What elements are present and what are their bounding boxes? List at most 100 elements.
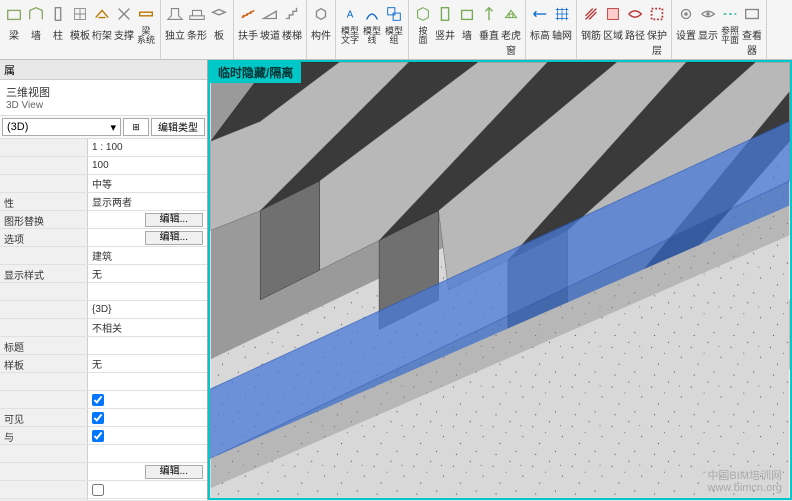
modelgroup-icon[interactable] [384, 2, 404, 26]
property-checkbox[interactable] [92, 430, 104, 442]
property-row [0, 481, 207, 499]
property-label [0, 139, 88, 156]
ribbon-group: 钢筋区域路径保护层 [577, 0, 672, 59]
shaft-icon[interactable] [435, 2, 455, 26]
beam-icon[interactable] [136, 2, 156, 26]
property-label: 显示样式 [0, 265, 88, 282]
ribbon-label: 坡道 [260, 27, 280, 42]
property-value[interactable] [88, 373, 207, 390]
modelline-icon[interactable] [362, 2, 382, 26]
area-icon[interactable] [603, 2, 623, 26]
property-row [0, 373, 207, 391]
svg-text:A: A [347, 10, 354, 21]
wall-icon[interactable] [4, 2, 24, 26]
level-icon[interactable] [530, 2, 550, 26]
property-value[interactable]: 编辑... [88, 463, 207, 480]
ribbon-group: 梁墙柱模板桁架支撑梁系统 [0, 0, 161, 59]
edit-button[interactable]: 编辑... [145, 465, 203, 479]
ribbon-label: 竖井 [435, 27, 455, 57]
handrail-icon[interactable] [238, 2, 258, 26]
grid-icon[interactable] [552, 2, 572, 26]
property-value[interactable]: 无 [88, 355, 207, 372]
frame-icon[interactable] [92, 2, 112, 26]
ribbon-label: 楼梯 [282, 27, 302, 42]
property-value[interactable]: 显示两者 [88, 193, 207, 210]
ribbon-label: 扶手 [238, 27, 258, 42]
ribbon-label: 条形 [187, 27, 207, 42]
modeltext-icon[interactable]: A [340, 2, 360, 26]
indep-icon[interactable] [165, 2, 185, 26]
ribbon-label: 构件 [311, 27, 331, 42]
property-value[interactable] [88, 409, 207, 426]
property-value[interactable] [88, 427, 207, 444]
property-value[interactable] [88, 481, 207, 498]
property-value[interactable]: 编辑... [88, 211, 207, 228]
property-label [0, 391, 88, 408]
property-row: 可见 [0, 409, 207, 427]
ramp-icon[interactable] [260, 2, 280, 26]
edit-button[interactable]: 编辑... [145, 213, 203, 227]
property-checkbox[interactable] [92, 484, 104, 496]
property-label: 选项 [0, 229, 88, 246]
dormer-icon[interactable] [501, 2, 521, 26]
property-label [0, 247, 88, 264]
property-row: 图形替换编辑... [0, 211, 207, 229]
viewer-icon[interactable] [742, 2, 762, 26]
rebar-icon[interactable] [581, 2, 601, 26]
property-value[interactable] [88, 391, 207, 408]
property-checkbox[interactable] [92, 412, 104, 424]
ribbon-label: 独立 [165, 27, 185, 42]
stair-icon[interactable] [282, 2, 302, 26]
property-value[interactable]: 编辑... [88, 229, 207, 246]
property-value[interactable]: {3D} [88, 301, 207, 318]
set-icon[interactable] [676, 2, 696, 26]
property-value[interactable] [88, 445, 207, 462]
property-checkbox[interactable] [92, 394, 104, 406]
ribbon-group: 构件 [307, 0, 336, 59]
property-value[interactable]: 中等 [88, 175, 207, 192]
property-label [0, 481, 88, 498]
view-subtitle: 3D View [6, 100, 201, 111]
property-label [0, 157, 88, 174]
property-row: 中等 [0, 175, 207, 193]
slab-icon[interactable] [209, 2, 229, 26]
cover-icon[interactable] [647, 2, 667, 26]
path-icon[interactable] [625, 2, 645, 26]
ribbon-label: 轴网 [552, 27, 572, 42]
show-icon[interactable] [698, 2, 718, 26]
ribbon-label: 支撑 [114, 27, 134, 45]
view-dropdown[interactable]: (3D) ▾ [2, 118, 121, 136]
property-value[interactable]: 无 [88, 265, 207, 282]
component-icon[interactable] [311, 2, 331, 26]
property-value[interactable] [88, 337, 207, 354]
property-row: 标题 [0, 337, 207, 355]
wall3-icon[interactable] [457, 2, 477, 26]
ribbon-label: 垂直 [479, 27, 499, 57]
filter-button[interactable]: ⊞ [123, 118, 149, 136]
ref-icon[interactable] [720, 2, 740, 26]
3d-viewport[interactable]: 临时隐藏/隔离 [208, 60, 792, 500]
template-icon[interactable] [70, 2, 90, 26]
ribbon-group: 按面竖井墙垂直老虎窗 [409, 0, 526, 59]
property-value[interactable]: 建筑 [88, 247, 207, 264]
property-value[interactable] [88, 283, 207, 300]
face-icon[interactable] [413, 2, 433, 26]
property-row: 显示样式无 [0, 265, 207, 283]
property-value[interactable]: 1 : 100 [88, 139, 207, 156]
edit-type-button[interactable]: 编辑类型 [151, 118, 205, 136]
property-row: 100 [0, 157, 207, 175]
brace-icon[interactable] [114, 2, 134, 26]
column-icon[interactable] [48, 2, 68, 26]
ribbon-group: 设置显示参照平面查看器 [672, 0, 767, 59]
edit-button[interactable]: 编辑... [145, 231, 203, 245]
ribbon-label: 标高 [530, 27, 550, 42]
property-value[interactable]: 不相关 [88, 319, 207, 336]
property-value[interactable]: 100 [88, 157, 207, 174]
vertical-icon[interactable] [479, 2, 499, 26]
strip-icon[interactable] [187, 2, 207, 26]
ribbon-label: 梁系统 [136, 27, 156, 45]
property-row [0, 391, 207, 409]
wall2-icon[interactable] [26, 2, 46, 26]
property-row: 性显示两者 [0, 193, 207, 211]
property-label: 与 [0, 427, 88, 444]
